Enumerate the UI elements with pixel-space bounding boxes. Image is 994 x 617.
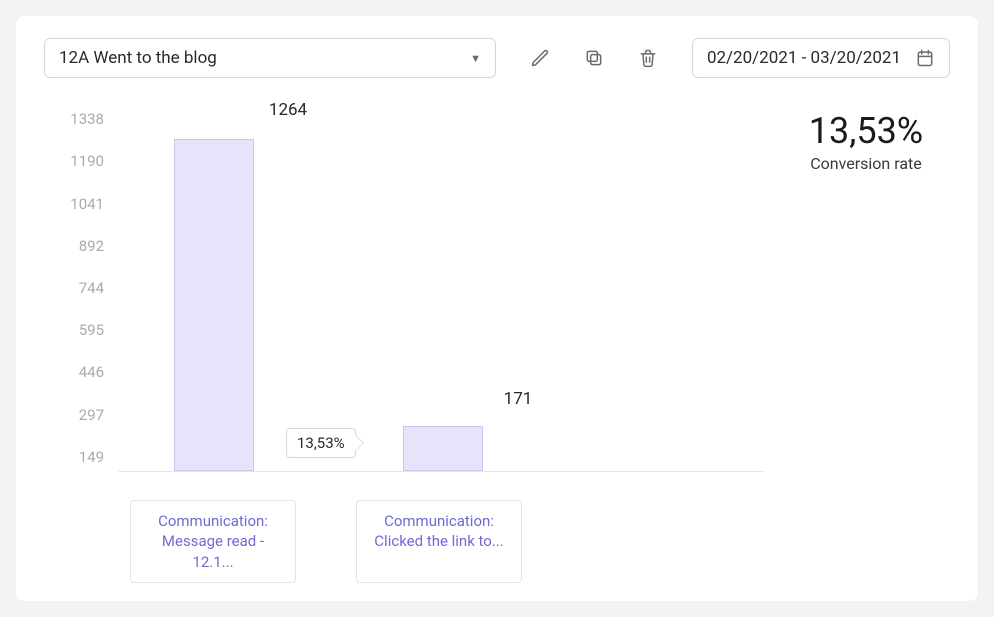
chart-area: 1338 1190 1041 892 744 595 446 297 149 1… — [44, 106, 764, 583]
y-tick: 297 — [44, 406, 104, 424]
date-range-value: 02/20/2021 - 03/20/2021 — [707, 48, 901, 68]
copy-icon — [584, 48, 604, 68]
conversion-label: Conversion rate — [782, 154, 950, 173]
content-row: 1338 1190 1041 892 744 595 446 297 149 1… — [44, 106, 950, 583]
bar-step-1 — [174, 139, 254, 472]
date-range-picker[interactable]: 02/20/2021 - 03/20/2021 — [692, 38, 950, 78]
chevron-down-icon: ▼ — [470, 52, 481, 65]
y-tick: 1041 — [44, 195, 104, 213]
y-tick: 446 — [44, 363, 104, 381]
y-tick: 149 — [44, 448, 104, 466]
pencil-icon — [530, 48, 550, 68]
copy-button[interactable] — [576, 40, 612, 76]
y-tick: 1338 — [44, 110, 104, 128]
toolbar: 12A Went to the blog ▼ 02/20/2021 - 03/2… — [44, 38, 950, 78]
delete-button[interactable] — [630, 40, 666, 76]
y-tick: 744 — [44, 279, 104, 297]
trash-icon — [638, 48, 658, 68]
bar-step-2 — [403, 426, 483, 471]
x-axis-labels: Communication: Message read - 12.1... Co… — [130, 500, 764, 583]
y-tick: 1190 — [44, 152, 104, 170]
x-label-step-2[interactable]: Communication: Clicked the link to... — [356, 500, 522, 583]
funnel-select[interactable]: 12A Went to the blog ▼ — [44, 38, 496, 78]
edit-button[interactable] — [522, 40, 558, 76]
bar-value-1: 1264 — [269, 100, 307, 120]
funnel-select-value: 12A Went to the blog — [59, 48, 217, 68]
step-conversion-value: 13,53% — [297, 434, 345, 452]
y-tick: 595 — [44, 321, 104, 339]
conversion-value: 13,53% — [782, 110, 950, 152]
step-conversion-badge: 13,53% — [286, 428, 356, 458]
toolbar-icons — [522, 40, 666, 76]
y-tick: 892 — [44, 237, 104, 255]
x-label-step-1[interactable]: Communication: Message read - 12.1... — [130, 500, 296, 583]
bar-value-2: 171 — [504, 389, 533, 409]
calendar-icon — [915, 48, 935, 68]
conversion-summary: 13,53% Conversion rate — [782, 110, 950, 173]
funnel-card: 12A Went to the blog ▼ 02/20/2021 - 03/2… — [16, 16, 978, 601]
plot-area: 1264 171 13,53% — [118, 106, 764, 472]
funnel-chart: 1338 1190 1041 892 744 595 446 297 149 1… — [44, 106, 764, 486]
